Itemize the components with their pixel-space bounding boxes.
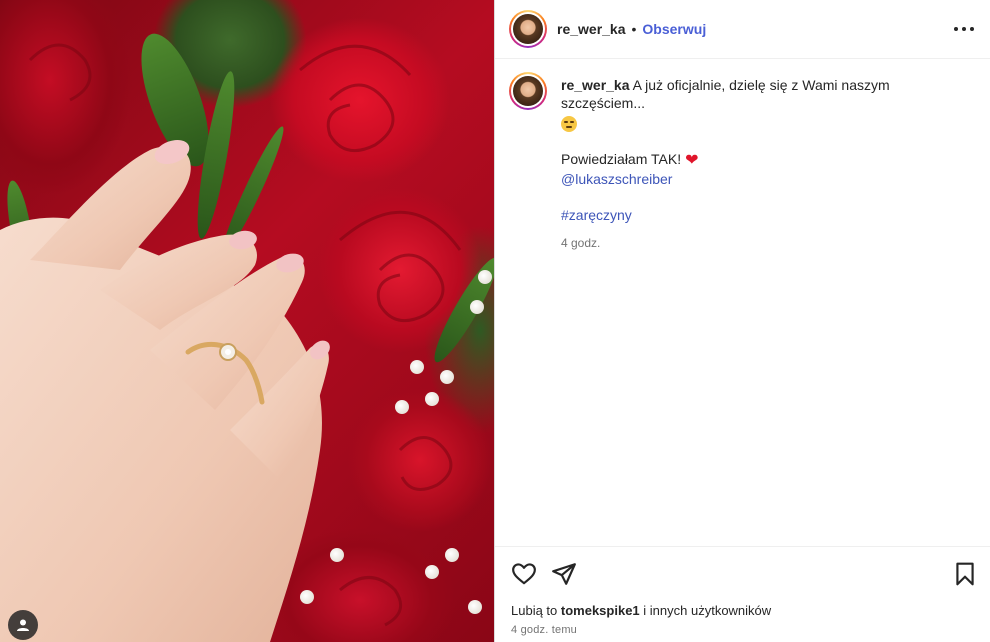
separator-dot: • <box>631 21 637 37</box>
action-bar <box>495 546 990 598</box>
hand-with-ring <box>0 139 330 642</box>
heart-outline-icon[interactable] <box>511 561 537 587</box>
caption-body: re_wer_ka A już oficjalnie, dzielę się z… <box>561 72 974 252</box>
likes-user[interactable]: tomekspike1 <box>561 603 640 618</box>
caption: re_wer_ka A już oficjalnie, dzielę się z… <box>509 72 974 252</box>
hashtag-link[interactable]: #zaręczyny <box>561 207 632 223</box>
mention-link[interactable]: @lukaszschreiber <box>561 171 672 187</box>
post-image[interactable] <box>0 0 494 642</box>
smile-emoji-icon <box>561 116 577 133</box>
post-header: re_wer_ka • Obserwuj <box>495 0 990 59</box>
follow-button[interactable]: Obserwuj <box>642 21 706 37</box>
bookmark-icon[interactable] <box>952 561 978 587</box>
post-sidebar: re_wer_ka • Obserwuj re_wer_ka A już ofi… <box>494 0 990 642</box>
caption-time[interactable]: 4 godz. <box>561 234 974 252</box>
caption-username[interactable]: re_wer_ka <box>561 77 630 93</box>
red-heart-emoji-icon: ❤ <box>685 152 699 170</box>
caption-avatar[interactable] <box>509 72 547 110</box>
likes-suffix[interactable]: i innych użytkowników <box>643 603 771 618</box>
likes-summary[interactable]: Lubią to tomekspike1 i innych użytkownik… <box>511 603 771 618</box>
tagged-user-icon[interactable] <box>8 610 38 640</box>
more-options-icon[interactable] <box>954 20 974 38</box>
likes-prefix: Lubią to <box>511 603 558 618</box>
post-timestamp[interactable]: 4 godz. temu <box>511 624 577 636</box>
author-avatar[interactable] <box>509 10 547 48</box>
author-username[interactable]: re_wer_ka <box>557 21 626 37</box>
caption-line2: Powiedziałam TAK! <box>561 151 682 168</box>
paper-plane-icon[interactable] <box>551 561 577 587</box>
